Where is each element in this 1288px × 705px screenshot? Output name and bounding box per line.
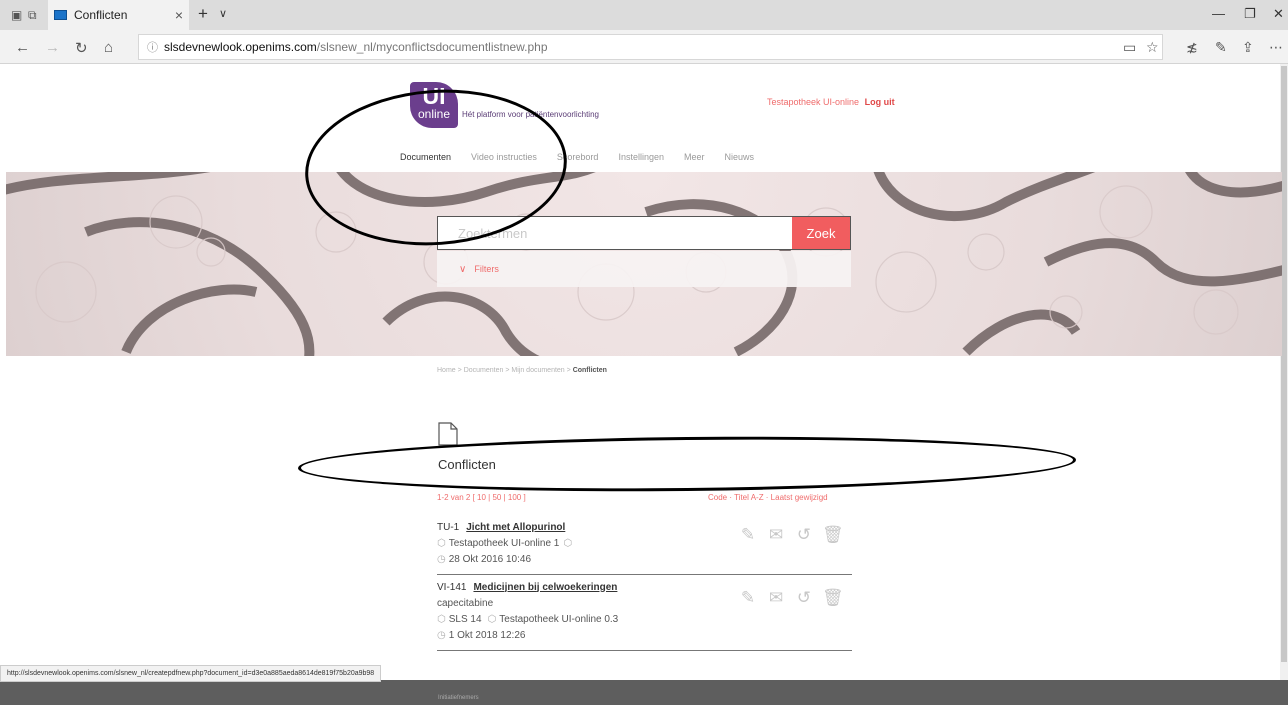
home-icon[interactable]: ⌂ [104,39,113,56]
document-actions: ✎ ✉ ↺ 🗑 [730,588,844,608]
new-tab-icon[interactable]: + [198,4,208,24]
document-row: TU-1 Jicht met Allopurinol ⬡ Testapothee… [437,520,852,575]
filters-toggle[interactable]: ∨ Filters [437,251,851,287]
forward-icon[interactable]: → [45,39,60,56]
document-date: 28 Okt 2016 10:46 [448,553,532,565]
chevron-down-icon: ∨ [459,263,467,275]
document-icon [438,422,458,446]
trash-icon[interactable]: 🗑 [822,588,844,608]
history-icon[interactable]: ↺ [794,588,814,608]
nav-instellingen[interactable]: Instellingen [618,152,664,162]
pager-text: 1-2 van 2 [437,493,471,502]
tagline: Hét platform voor patiëntenvoorlichting [462,110,599,119]
document-actions: ✎ ✉ ↺ 🗑 [730,525,844,545]
logo-small: online [417,107,451,121]
breadcrumb-documenten[interactable]: Documenten [464,367,504,374]
close-window-icon[interactable]: ✕ [1273,6,1284,22]
account-org: Testapotheek UI-online [767,97,860,107]
breadcrumb: Home > Documenten > Mijn documenten > Co… [437,367,607,374]
history-icon[interactable]: ↺ [794,525,814,545]
notes-pen-icon[interactable]: ✎ [1215,39,1227,56]
more-icon[interactable]: ⋯ [1269,39,1283,56]
document-subtitle: capecitabine [437,597,494,609]
browser-tab-conflicten[interactable]: Conflicten × [48,0,189,30]
breadcrumb-separator: > [566,367,571,374]
nav-documenten[interactable]: Documenten [400,152,451,162]
restore-icon[interactable]: ❐ [1244,6,1256,22]
status-bar-url: http://slsdevnewlook.openims.com/slsnew_… [0,665,382,682]
document-title-link[interactable]: Jicht met Allopurinol [466,522,565,533]
back-icon[interactable]: ← [15,39,30,56]
breadcrumb-separator: > [457,367,462,374]
refresh-icon[interactable]: ↻ [75,39,88,57]
mail-icon[interactable]: ✉ [766,525,786,545]
clock-icon: ◷ [437,553,446,565]
trash-icon[interactable]: 🗑 [822,525,844,545]
page-scrollbar[interactable] [1280,64,1288,680]
minimize-icon[interactable]: — [1212,6,1225,21]
document-code: TU-1 [437,521,460,533]
tab-actions-icon[interactable]: ▣ [11,8,22,22]
edit-document-icon[interactable]: ✎ [738,588,758,608]
nav-video-instructies[interactable]: Video instructies [471,152,537,162]
account-area: Testapotheek UI-online Log uit [767,97,895,107]
document-title-link[interactable]: Medicijnen bij celwoekeringen [473,582,617,593]
page-title: Conflicten [438,457,496,472]
stack-icon: ⬡ [487,613,497,625]
tab-title: Conflicten [74,8,128,22]
favorite-star-icon[interactable]: ☆ [1146,39,1159,56]
url-host: slsdevnewlook.openims.com [164,40,317,54]
browser-tab-bar: ▣ ⧉ Conflicten × + ∨ — ❐ ✕ [0,0,1288,30]
nav-meer[interactable]: Meer [684,152,705,162]
document-code: VI-141 [437,581,467,593]
search-button[interactable]: Zoek [792,217,850,249]
scrollbar-thumb[interactable] [1281,66,1287,662]
url-path: /slsnew_nl/myconflictsdocumentlistnew.ph… [316,40,548,54]
edit-document-icon[interactable]: ✎ [738,525,758,545]
logo-big: UI [422,83,446,109]
mail-icon[interactable]: ✉ [766,588,786,608]
document-owner: Testapotheek UI-online 1 [448,537,560,549]
tabs-aside-icon[interactable]: ⧉ [28,8,37,23]
ui-online-logo[interactable]: UI online [410,82,458,128]
reading-view-icon[interactable]: ▭ [1123,39,1136,56]
clock-icon: ◷ [437,629,446,641]
breadcrumb-current: Conflicten [572,367,607,374]
breadcrumb-home[interactable]: Home [437,367,456,374]
stack-icon: ⬡ [563,537,573,549]
favicon-icon [54,10,67,20]
document-owner: Testapotheek UI-online 0.3 [499,613,619,625]
pager-sizes[interactable]: [ 10 | 50 | 100 ] [473,493,526,502]
nav-nieuws[interactable]: Nieuws [725,152,755,162]
logout-link[interactable]: Log uit [865,97,895,107]
nav-scorebord[interactable]: Scorebord [557,152,599,162]
document-version: SLS 14 [448,613,482,625]
search-input[interactable] [438,217,792,249]
site-info-icon[interactable]: ⓘ [147,39,158,55]
footer-label[interactable]: Initiatiefnemers [438,695,479,701]
main-nav: Documenten Video instructies Scorebord I… [400,152,774,162]
favorites-hub-icon[interactable]: ≴ [1186,39,1198,56]
chevron-down-icon[interactable]: ∨ [219,7,227,20]
close-tab-icon[interactable]: × [175,7,183,23]
document-date: 1 Okt 2018 12:26 [448,629,526,641]
page-footer: Initiatiefnemers [0,680,1288,705]
sort-options[interactable]: Code · Titel A-Z · Laatst gewijzigd [708,493,828,502]
address-bar: ← → ↻ ⌂ ⓘ slsdevnewlook.openims.com /sls… [0,30,1288,64]
breadcrumb-mijn-documenten[interactable]: Mijn documenten [511,367,564,374]
url-field[interactable]: ⓘ slsdevnewlook.openims.com /slsnew_nl/m… [138,34,1163,60]
stack-icon: ⬡ [437,613,446,625]
stack-icon: ⬡ [437,537,446,549]
search-box: Zoek [437,216,851,250]
pager: 1-2 van 2 [ 10 | 50 | 100 ] [437,493,526,502]
breadcrumb-separator: > [505,367,510,374]
share-icon[interactable]: ⇪ [1242,39,1254,56]
document-row: VI-141 Medicijnen bij celwoekeringen cap… [437,580,852,651]
filters-label: Filters [474,264,499,274]
